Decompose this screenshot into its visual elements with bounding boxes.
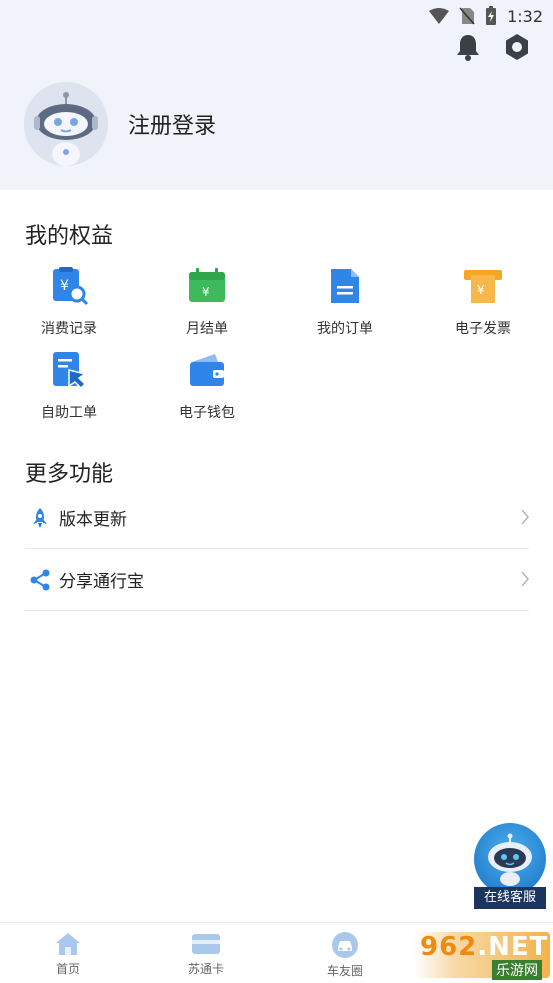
online-service-button[interactable]: 在线客服 xyxy=(472,823,548,911)
chevron-right-icon xyxy=(521,571,529,587)
more-functions-title: 更多功能 xyxy=(25,462,114,487)
benefit-label: 消费记录 xyxy=(41,321,97,337)
benefit-label: 自助工单 xyxy=(41,405,97,421)
receipt-search-icon: ¥ xyxy=(53,267,89,306)
invoice-yen-icon: ¥ xyxy=(464,270,502,303)
share-icon xyxy=(30,569,50,590)
svg-text:¥: ¥ xyxy=(477,283,485,297)
version-update-row[interactable]: 版本更新 xyxy=(25,487,529,549)
robot-avatar-icon xyxy=(24,82,108,166)
nav-car-circle[interactable]: 车友圈 xyxy=(305,931,385,979)
benefit-monthly-statement[interactable]: ¥ 月结单 xyxy=(138,262,276,346)
rocket-icon xyxy=(33,507,47,528)
nav-home[interactable]: 首页 xyxy=(28,931,108,977)
online-service-label: 在线客服 xyxy=(474,887,546,909)
service-robot-icon xyxy=(474,823,546,895)
bell-icon[interactable] xyxy=(455,33,481,65)
benefit-my-orders[interactable]: 我的订单 xyxy=(276,262,414,346)
no-sim-icon xyxy=(459,7,475,25)
benefit-e-invoice[interactable]: ¥ 电子发票 xyxy=(414,262,552,346)
login-register-link[interactable]: 注册登录 xyxy=(128,108,216,140)
benefits-grid: ¥ 消费记录 ¥ 月结单 我的订单 ¥ 电子发票 自助工单 电子钱包 xyxy=(0,262,553,430)
benefit-e-wallet[interactable]: 电子钱包 xyxy=(138,346,276,430)
benefit-label: 月结单 xyxy=(186,321,228,337)
nav-card-label: 苏通卡 xyxy=(187,962,224,976)
watermark-site-name: 乐游网 xyxy=(492,960,542,980)
nav-sutong-card[interactable]: 苏通卡 xyxy=(166,931,246,977)
document-icon xyxy=(331,269,359,303)
share-app-row[interactable]: 分享通行宝 xyxy=(25,549,529,611)
home-icon xyxy=(56,933,80,955)
benefit-consumption-records[interactable]: ¥ 消费记录 xyxy=(0,262,138,346)
self-service-ticket-icon xyxy=(53,352,87,390)
avatar[interactable] xyxy=(24,82,108,166)
status-bar: 1:32 xyxy=(0,0,553,32)
benefits-title: 我的权益 xyxy=(25,224,114,249)
profile-section[interactable]: 注册登录 xyxy=(24,82,216,166)
car-circle-icon xyxy=(332,932,358,958)
benefit-label: 电子钱包 xyxy=(179,405,235,421)
calendar-yen-icon: ¥ xyxy=(189,268,225,302)
wifi-icon xyxy=(429,8,450,24)
nav-home-label: 首页 xyxy=(55,962,80,976)
top-actions xyxy=(455,32,531,66)
benefit-label: 我的订单 xyxy=(317,321,373,337)
version-update-label: 版本更新 xyxy=(59,510,127,530)
share-app-label: 分享通行宝 xyxy=(59,572,144,592)
status-time: 1:32 xyxy=(507,6,543,26)
benefit-self-service-ticket[interactable]: 自助工单 xyxy=(0,346,138,430)
site-watermark: 962.NET 乐游网 xyxy=(414,932,550,980)
watermark-number: 962 xyxy=(420,932,478,962)
nav-car-circle-label: 车友圈 xyxy=(326,964,363,978)
benefit-label: 电子发票 xyxy=(455,321,511,337)
battery-charging-icon xyxy=(485,6,497,26)
settings-gear-icon[interactable] xyxy=(503,33,531,65)
more-functions-list: 版本更新 分享通行宝 xyxy=(25,487,529,611)
svg-text:¥: ¥ xyxy=(60,278,69,294)
svg-text:¥: ¥ xyxy=(202,285,210,299)
watermark-suffix: .NET xyxy=(477,932,549,962)
wallet-icon xyxy=(190,354,224,386)
chevron-right-icon xyxy=(521,509,529,525)
card-icon xyxy=(192,934,220,954)
